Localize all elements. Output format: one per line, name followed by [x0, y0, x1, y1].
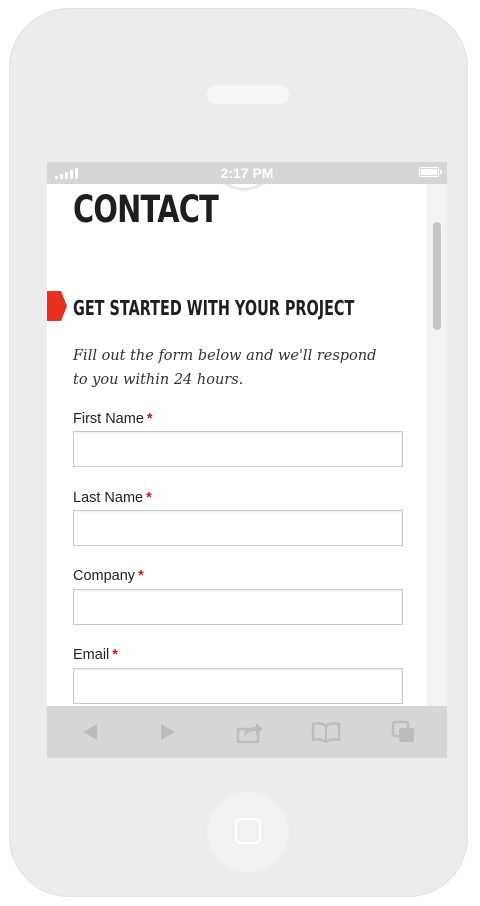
browser-toolbar: [47, 706, 447, 758]
earpiece-speaker: [206, 84, 290, 104]
forward-button[interactable]: [152, 716, 184, 748]
last-name-input[interactable]: [73, 510, 403, 546]
first-name-label: First Name *: [73, 410, 153, 428]
battery-icon: [419, 167, 442, 177]
email-label: Email *: [73, 646, 118, 664]
required-marker: *: [146, 490, 152, 506]
email-label-text: Email: [73, 647, 110, 663]
scrollbar[interactable]: [427, 184, 447, 706]
signal-strength-icon: [55, 167, 78, 179]
company-label-text: Company: [73, 568, 136, 584]
bookmarks-icon: [311, 722, 341, 743]
company-label: Company *: [73, 567, 144, 585]
scrollbar-thumb[interactable]: [433, 222, 441, 330]
last-name-label-text: Last Name: [73, 490, 144, 506]
status-bar: 2:17 PM: [47, 162, 447, 184]
last-name-label: Last Name *: [73, 489, 152, 507]
phone-screen: 2:17 PM CONTACT GET STARTED WITH YOUR PR…: [47, 162, 447, 758]
home-square-icon: [235, 818, 261, 844]
first-name-input[interactable]: [73, 431, 403, 467]
email-input[interactable]: [73, 668, 403, 704]
share-icon: [236, 723, 263, 744]
first-name-label-text: First Name: [73, 411, 144, 427]
phone-frame: 2:17 PM CONTACT GET STARTED WITH YOUR PR…: [9, 8, 468, 897]
required-marker: *: [112, 647, 118, 663]
home-button[interactable]: [206, 789, 290, 873]
page-title: CONTACT: [73, 188, 219, 231]
forward-icon: [161, 724, 175, 740]
tabs-button[interactable]: [388, 716, 420, 748]
section-marker-icon: [47, 291, 67, 321]
bookmarks-button[interactable]: [310, 716, 342, 748]
required-marker: *: [146, 411, 153, 427]
status-time: 2:17 PM: [220, 165, 274, 181]
section-heading: GET STARTED WITH YOUR PROJECT: [73, 296, 355, 320]
page-content: CONTACT GET STARTED WITH YOUR PROJECT Fi…: [47, 184, 427, 706]
form-intro-text: Fill out the form below and we'll respon…: [73, 348, 377, 388]
share-button[interactable]: [234, 716, 266, 748]
back-icon: [83, 724, 97, 740]
company-input[interactable]: [73, 589, 403, 625]
required-marker: *: [138, 568, 144, 584]
back-button[interactable]: [74, 716, 106, 748]
tabs-icon: [391, 720, 414, 742]
